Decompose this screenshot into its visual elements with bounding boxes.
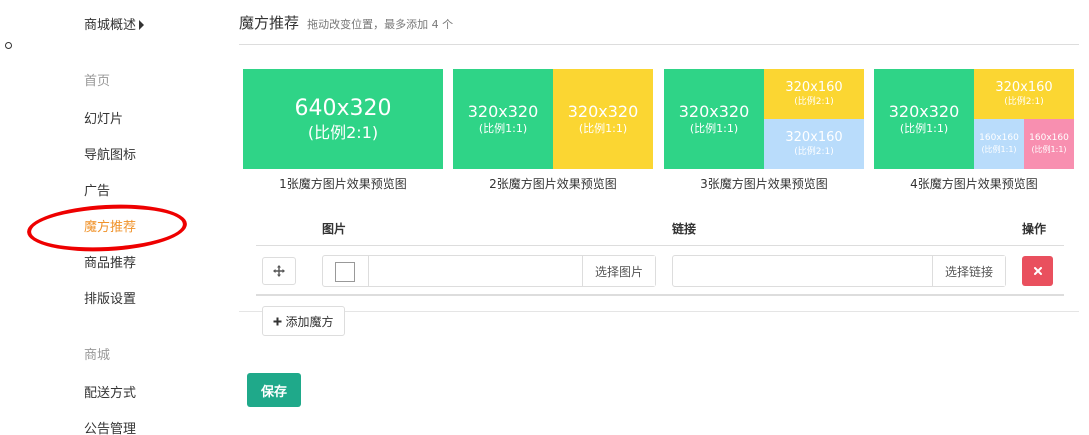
block-size: 320x160 xyxy=(995,80,1053,96)
block-size: 320x320 xyxy=(678,102,750,122)
sidebar-item-layout-settings[interactable]: 排版设置 xyxy=(84,291,136,309)
arrows-move-icon xyxy=(273,265,285,277)
sidebar-item-label: 商城概述 xyxy=(84,18,137,33)
preview-caption: 3张魔方图片效果预览图 xyxy=(700,177,828,191)
preview-block: 320x320 (比例1:1) xyxy=(553,69,653,169)
highlight-annotation xyxy=(25,200,189,256)
sidebar-item-delivery[interactable]: 配送方式 xyxy=(84,385,136,403)
link-input[interactable] xyxy=(673,256,923,286)
bullet-icon xyxy=(5,42,12,49)
block-ratio: (比例1:1) xyxy=(578,122,628,136)
preview-block: 320x160 (比例2:1) xyxy=(764,119,864,169)
caret-right-icon xyxy=(139,19,145,30)
block-size: 320x320 xyxy=(888,102,960,122)
sidebar-item-nav-icons[interactable]: 导航图标 xyxy=(84,147,136,165)
block-size: 320x320 xyxy=(567,102,639,122)
preview-block: 320x320 (比例1:1) xyxy=(453,69,553,169)
block-size: 160x160 xyxy=(979,133,1019,144)
column-header-image: 图片 xyxy=(322,222,347,236)
sidebar-group-home: 首页 xyxy=(84,74,111,89)
add-cube-button[interactable]: 添加魔方 xyxy=(262,306,345,336)
preview-block: 320x160 (比例2:1) xyxy=(974,69,1074,119)
sidebar-item-announcements[interactable]: 公告管理 xyxy=(84,421,136,435)
sidebar-item-ads[interactable]: 广告 xyxy=(84,183,110,201)
sidebar: 商城概述 首页 幻灯片 导航图标 广告 魔方推荐 商品推荐 排版设置 商城 配送… xyxy=(0,0,230,435)
select-image-button[interactable]: 选择图片 xyxy=(581,256,655,286)
preview-block: 320x160 (比例2:1) xyxy=(764,69,864,119)
preview-block: 320x320 (比例1:1) xyxy=(874,69,974,169)
preview-caption: 2张魔方图片效果预览图 xyxy=(489,177,617,191)
sidebar-item-slides[interactable]: 幻灯片 xyxy=(84,111,123,129)
block-ratio: (比例1:1) xyxy=(899,122,949,136)
save-button[interactable]: 保存 xyxy=(247,373,301,407)
block-ratio: (比例2:1) xyxy=(794,96,834,107)
drag-handle-button[interactable] xyxy=(262,257,296,285)
preview-block: 320x320 (比例1:1) xyxy=(664,69,764,169)
times-icon xyxy=(1033,267,1042,275)
block-size: 320x320 xyxy=(467,102,539,122)
sidebar-item-overview[interactable]: 商城概述 xyxy=(84,17,145,35)
sidebar-group-store: 商城 xyxy=(84,348,111,363)
block-ratio: (比例1:1) xyxy=(478,122,528,136)
block-ratio: (比例1:1) xyxy=(689,122,739,136)
block-size: 320x160 xyxy=(785,130,843,146)
preview-caption: 4张魔方图片效果预览图 xyxy=(910,177,1038,191)
add-cube-label: 添加魔方 xyxy=(285,314,334,329)
link-picker: 选择链接 xyxy=(672,255,1006,287)
preview-card-3: 320x320 (比例1:1) 320x160 (比例2:1) 320x160 … xyxy=(664,69,864,191)
block-ratio: (比例1:1) xyxy=(1031,144,1067,154)
divider xyxy=(368,256,369,286)
block-ratio: (比例2:1) xyxy=(307,122,379,142)
page-subtitle: 拖动改变位置，最多添加 4 个 xyxy=(307,18,454,31)
page-title: 魔方推荐 xyxy=(239,14,300,32)
block-size: 640x320 xyxy=(294,96,392,122)
preview-block: 640x320 (比例2:1) xyxy=(243,69,443,169)
table-header: 图片 链接 操作 xyxy=(256,212,1064,246)
delete-row-button[interactable] xyxy=(1022,256,1053,286)
block-ratio: (比例1:1) xyxy=(981,144,1017,154)
select-link-button[interactable]: 选择链接 xyxy=(931,256,1005,286)
preview-card-2: 320x320 (比例1:1) 320x320 (比例1:1) 2张魔方图片效果… xyxy=(453,69,653,191)
page-header: 魔方推荐 拖动改变位置，最多添加 4 个 xyxy=(239,12,1079,45)
image-thumbnail[interactable] xyxy=(335,262,355,282)
column-header-link: 链接 xyxy=(672,222,697,236)
preview-block: 160x160 (比例1:1) xyxy=(974,119,1024,169)
sidebar-item-product-recommend[interactable]: 商品推荐 xyxy=(84,255,136,273)
preview-block: 160x160 (比例1:1) xyxy=(1024,119,1074,169)
block-ratio: (比例2:1) xyxy=(1004,96,1044,107)
block-ratio: (比例2:1) xyxy=(794,146,834,157)
preview-card-4: 320x320 (比例1:1) 320x160 (比例2:1) 160x160 … xyxy=(874,69,1074,191)
column-header-action: 操作 xyxy=(1022,222,1047,236)
image-picker: 选择图片 xyxy=(322,255,656,287)
preview-caption: 1张魔方图片效果预览图 xyxy=(279,177,407,191)
table-row: 选择图片 选择链接 xyxy=(256,246,1064,296)
divider xyxy=(239,311,1079,312)
block-size: 320x160 xyxy=(785,80,843,96)
plus-icon xyxy=(273,317,282,325)
block-size: 160x160 xyxy=(1029,133,1069,144)
preview-card-1: 640x320 (比例2:1) 1张魔方图片效果预览图 xyxy=(243,69,443,191)
